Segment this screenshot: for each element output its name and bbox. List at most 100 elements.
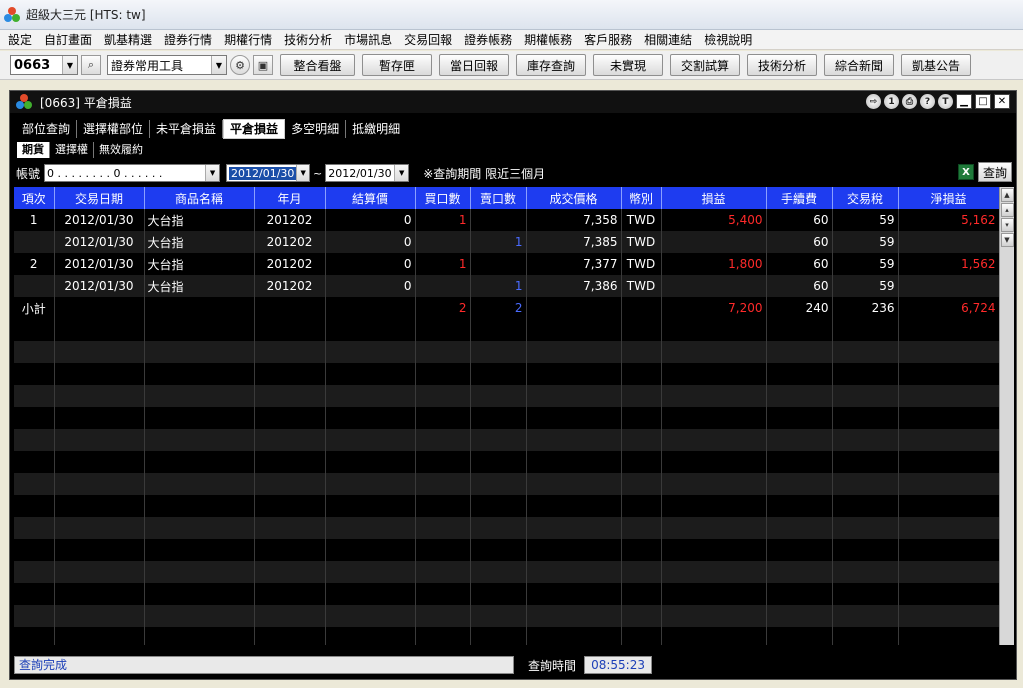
table-row[interactable]: 1 2012/01/30 大台指 201202 0 1 7,358 TWD 5,400 60 59 5…	[14, 209, 999, 231]
column-header[interactable]: 淨損益	[898, 187, 999, 209]
position-pnl-window: [0663] 平倉損益 ⇨ 1 ⎙ ? T ▁ □ ✕ 部位查詢 選擇權部位 未平倉…	[9, 90, 1017, 680]
menu-item[interactable]: 證券行情	[158, 30, 218, 50]
table-cell	[898, 319, 999, 341]
tab-sub[interactable]: 無效履約	[94, 142, 148, 158]
menu-item[interactable]: 期權帳務	[518, 30, 578, 50]
menu-item[interactable]: 技術分析	[278, 30, 338, 50]
column-header[interactable]: 買口數	[415, 187, 471, 209]
tab-main[interactable]: 多空明細	[285, 120, 347, 138]
toolbar-button[interactable]: 交割試算	[670, 54, 740, 76]
export-icon[interactable]: ⇨	[866, 94, 881, 109]
toolbar-button[interactable]: 未實現	[593, 54, 663, 76]
table-cell	[526, 451, 622, 473]
menu-item[interactable]: 交易回報	[398, 30, 458, 50]
empty-row	[14, 429, 999, 451]
table-cell: 201202	[254, 231, 326, 253]
date-from-picker[interactable]: 2012/01/30 ▼	[226, 164, 311, 182]
search-icon[interactable]: ⌕	[81, 55, 101, 75]
table-cell	[621, 495, 662, 517]
menu-item[interactable]: 凱基精選	[98, 30, 158, 50]
table-cell	[254, 451, 326, 473]
scroll-up-icon[interactable]: ▴	[1000, 203, 1014, 217]
column-header[interactable]: 成交價格	[526, 187, 622, 209]
vertical-scrollbar[interactable]: ▲ ▴ ▾ ▼	[999, 187, 1014, 645]
column-header[interactable]: 手續費	[766, 187, 833, 209]
table-row[interactable]: 2 2012/01/30 大台指 201202 0 1 7,377 TWD 1,800 60 59 1…	[14, 253, 999, 275]
table-cell	[254, 561, 326, 583]
column-header[interactable]: 幣別	[621, 187, 662, 209]
toolbar-button[interactable]: 綜合新聞	[824, 54, 894, 76]
close-icon[interactable]: ✕	[994, 94, 1010, 109]
table-row[interactable]: 2012/01/30 大台指 201202 0 1 7,385 TWD 60 59	[14, 231, 999, 253]
menu-item[interactable]: 相關連結	[638, 30, 698, 50]
tab-main[interactable]: 部位查詢	[16, 120, 78, 138]
menu-item[interactable]: 設定	[0, 30, 38, 50]
table-cell	[325, 341, 416, 363]
table-cell	[661, 605, 767, 627]
table-cell	[621, 539, 662, 561]
table-cell: 7,386	[526, 275, 622, 297]
chevron-down-icon[interactable]: ▼	[296, 165, 310, 181]
table-cell	[470, 209, 527, 231]
column-header[interactable]: 賣口數	[470, 187, 527, 209]
column-header[interactable]: 交易稅	[832, 187, 899, 209]
table-row[interactable]: 2012/01/30 大台指 201202 0 1 7,386 TWD 60 59	[14, 275, 999, 297]
toolbar-button[interactable]: 凱基公告	[901, 54, 971, 76]
help-icon[interactable]: ?	[920, 94, 935, 109]
query-button[interactable]: 查詢	[978, 162, 1012, 182]
gear-icon[interactable]: ⚙	[230, 55, 250, 75]
table-cell: 201202	[254, 275, 326, 297]
toolbar-button[interactable]: 暫存匣	[362, 54, 432, 76]
tab-main[interactable]: 抵繳明細	[346, 120, 406, 138]
chevron-down-icon[interactable]: ▼	[394, 165, 409, 181]
column-header[interactable]: 商品名稱	[144, 187, 255, 209]
date-to-picker[interactable]: 2012/01/30 ▼	[325, 164, 410, 182]
new-window-icon[interactable]: ▣	[253, 55, 273, 75]
scroll-top-icon[interactable]: ▲	[1000, 188, 1014, 202]
toolbar-button[interactable]: 技術分析	[747, 54, 817, 76]
chevron-down-icon[interactable]: ▼	[211, 56, 226, 74]
toolbar-button[interactable]: 當日回報	[439, 54, 509, 76]
toolbar-button[interactable]: 庫存查詢	[516, 54, 586, 76]
scroll-bottom-icon[interactable]: ▼	[1000, 233, 1014, 247]
tab-main[interactable]: 選擇權部位	[77, 120, 151, 138]
tab-sub[interactable]: 期貨	[17, 142, 50, 158]
query-range-note: ※查詢期間 限近三個月	[423, 166, 546, 181]
tab-sub[interactable]: 選擇權	[50, 142, 94, 158]
topmost-icon[interactable]: T	[938, 94, 953, 109]
column-header[interactable]: 結算價	[325, 187, 416, 209]
menu-item[interactable]: 市場訊息	[338, 30, 398, 50]
scroll-down-icon[interactable]: ▾	[1000, 218, 1014, 232]
column-header[interactable]: 交易日期	[54, 187, 145, 209]
menu-item[interactable]: 客戶服務	[578, 30, 638, 50]
print-icon[interactable]: ⎙	[902, 94, 917, 109]
column-header[interactable]: 年月	[254, 187, 326, 209]
table-cell	[325, 473, 416, 495]
code-combo[interactable]: 0663 ▼	[10, 55, 78, 75]
table-cell	[526, 583, 622, 605]
table-cell	[832, 605, 899, 627]
menu-item[interactable]: 檢視說明	[698, 30, 758, 50]
maximize-icon[interactable]: □	[975, 94, 991, 109]
table-cell	[14, 341, 55, 363]
account-select[interactable]: 0 . . . . . . . . 0 . . . . . . ▼	[44, 164, 221, 182]
chevron-down-icon[interactable]: ▼	[62, 56, 77, 74]
menu-item[interactable]: 證券帳務	[458, 30, 518, 50]
menu-item[interactable]: 期權行情	[218, 30, 278, 50]
minimize-icon[interactable]: ▁	[956, 94, 972, 109]
column-header[interactable]: 項次	[14, 187, 55, 209]
link-1-icon[interactable]: 1	[884, 94, 899, 109]
table-row[interactable]: 小計 2 2 7,200 240 236 6,724	[14, 297, 999, 319]
tab-main[interactable]: 未平倉損益	[150, 120, 224, 138]
date-from-value: 2012/01/30	[229, 166, 297, 180]
column-header[interactable]: 損益	[661, 187, 767, 209]
excel-export-icon[interactable]: X	[958, 164, 974, 180]
tab-main[interactable]: 平倉損益	[223, 119, 286, 139]
chevron-down-icon[interactable]: ▼	[205, 165, 220, 181]
table-cell	[415, 275, 471, 297]
menu-item[interactable]: 自訂畫面	[38, 30, 98, 50]
tool-select[interactable]: 證券常用工具 ▼	[107, 55, 227, 75]
table-cell	[254, 319, 326, 341]
table-cell	[325, 319, 416, 341]
toolbar-button[interactable]: 整合看盤	[280, 54, 355, 76]
